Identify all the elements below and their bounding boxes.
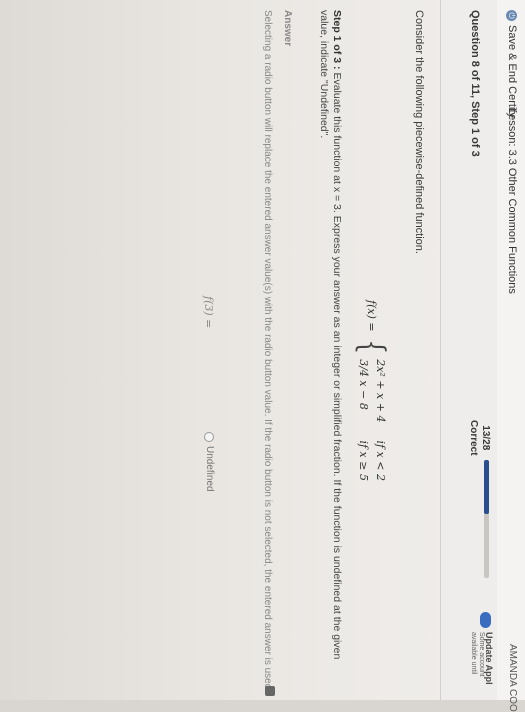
update-title: Update Appl	[484, 632, 494, 685]
piecewise-function: f(x) = { 2x² + x + 4 if x < 2 3/4 x − 8 …	[352, 300, 392, 481]
question-title: Question 8 of 11, Step 1 of 3	[469, 10, 481, 157]
save-end-certify-button[interactable]: ⏻ Save & End Certify	[506, 10, 518, 118]
score: 13/28 Correct	[467, 420, 491, 456]
update-line1: Some account	[478, 632, 485, 677]
step-label: Step 1 of 3 :	[331, 10, 343, 70]
case2-expression: 3/4 x − 8	[357, 359, 370, 410]
undefined-option[interactable]: Undefined	[204, 432, 215, 492]
question-prompt: Consider the following piecewise-defined…	[413, 10, 425, 254]
undefined-label: Undefined	[204, 446, 215, 492]
case1-condition: if x < 2	[374, 440, 387, 481]
update-line2: available until	[470, 632, 477, 675]
step-text: Evaluate this function at x = 3. Express…	[318, 10, 343, 660]
save-icon: ⏻	[506, 10, 518, 21]
undefined-radio[interactable]	[204, 432, 215, 442]
answer-hint: Selecting a radio button will replace th…	[262, 10, 273, 693]
progress-fill	[484, 460, 489, 515]
progress-bar	[484, 460, 489, 578]
cloud-icon	[480, 612, 491, 628]
top-bar: ⏻ Save & End Certify Lesson: 3.3 Other C…	[496, 0, 525, 712]
lesson-title: Lesson: 3.3 Other Common Functions	[506, 108, 518, 294]
update-notice[interactable]: Update Appl Some account available until	[469, 612, 494, 698]
user-name[interactable]: AMANDA COO	[507, 644, 518, 712]
save-label: Save & End Certify	[506, 25, 518, 118]
f3-label: f(3) =	[202, 296, 215, 329]
help-icon[interactable]	[265, 686, 275, 696]
step-instructions: Step 1 of 3 : Evaluate this function at …	[317, 10, 343, 690]
case1-expression: 2x² + x + 4	[374, 359, 387, 423]
brace-icon: {	[352, 338, 392, 354]
function-lhs: f(x) =	[365, 300, 379, 332]
screen: ⏻ Save & End Certify Lesson: 3.3 Other C…	[0, 0, 525, 712]
question-header: Question 8 of 11, Step 1 of 3 13/28 Corr…	[440, 0, 497, 700]
score-status: Correct	[468, 420, 479, 456]
case2-condition: if x ≥ 5	[357, 440, 370, 481]
f3-answer-field[interactable]	[203, 340, 219, 400]
answer-heading: Answer	[282, 10, 293, 47]
score-value: 13/28	[480, 425, 491, 451]
